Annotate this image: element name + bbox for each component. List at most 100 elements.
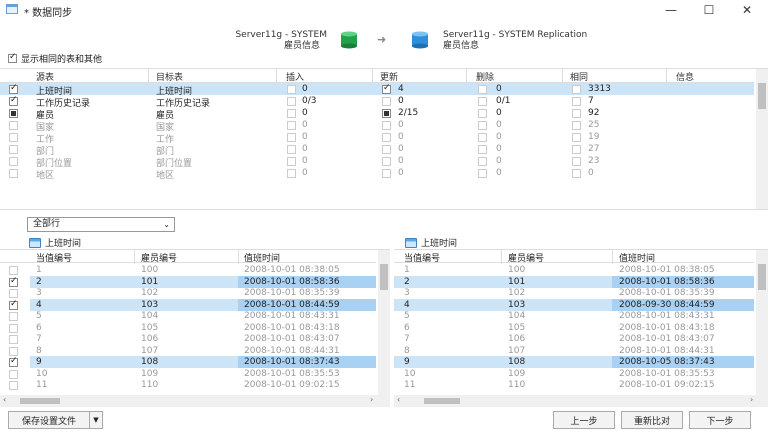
same-checkbox[interactable] [572,97,581,106]
delete-checkbox[interactable] [478,133,487,142]
insert-checkbox[interactable] [287,157,296,166]
col-shift-id[interactable]: 当值编号 [36,251,72,264]
scrollbar-thumb[interactable] [758,264,766,290]
grid-row[interactable]: 2 101 2008-10-01 08:58:36 [394,275,754,288]
right-horizontal-scrollbar[interactable]: ‹ › [394,395,768,407]
row-checkbox[interactable] [9,109,18,118]
col-shift-time[interactable]: 值班时间 [244,251,280,264]
grid-row[interactable]: 7 106 2008-10-01 08:43:07 [394,333,754,345]
table-row[interactable]: 雇员 雇员 0 2/15 0 92 [0,107,754,121]
close-button[interactable]: ✕ [730,0,764,20]
left-horizontal-scrollbar[interactable]: ‹ › [0,395,390,407]
scrollbar-thumb[interactable] [20,398,60,404]
scroll-left-icon[interactable]: ‹ [397,395,400,404]
minimize-button[interactable]: — [654,0,688,20]
insert-checkbox[interactable] [287,145,296,154]
scroll-right-icon[interactable]: › [750,395,753,404]
delete-checkbox[interactable] [478,97,487,106]
grid-row[interactable]: 5 104 2008-10-01 08:43:31 [0,310,376,322]
row-checkbox[interactable] [9,369,18,379]
delete-checkbox[interactable] [478,121,487,130]
same-checkbox[interactable] [572,157,581,166]
table-row[interactable]: 工作历史记录工作历史记录0/300/17 [0,95,754,109]
grid-row[interactable]: 1 100 2008-10-01 08:38:05 [0,264,376,276]
same-checkbox[interactable] [572,169,581,178]
grid-row[interactable]: 6 105 2008-10-01 08:43:18 [0,322,376,334]
row-checkbox[interactable] [9,276,18,287]
row-filter-dropdown[interactable]: 全部行 ⌄ [27,217,175,232]
grid-row[interactable]: 11 110 2008-10-01 09:02:15 [0,379,376,391]
col-same[interactable]: 相同 [570,70,588,83]
grid-row[interactable]: 2 101 2008-10-01 08:58:36 [0,275,376,288]
show-same-toggle[interactable]: 显示相同的表和其他 [8,52,102,65]
col-delete[interactable]: 删除 [476,70,494,83]
update-checkbox[interactable] [382,109,391,118]
insert-checkbox[interactable] [287,97,296,106]
col-employee-id[interactable]: 雇员编号 [508,251,544,264]
table-row[interactable]: 部门位置 部门位置 0 0 0 23 [0,155,754,169]
same-checkbox[interactable] [572,121,581,130]
insert-checkbox[interactable] [287,85,296,94]
row-checkbox[interactable] [9,299,18,310]
grid-row[interactable]: 9 108 2008-10-01 08:37:43 [0,356,376,368]
delete-checkbox[interactable] [478,169,487,178]
scroll-left-icon[interactable]: ‹ [3,395,6,404]
same-checkbox[interactable] [572,85,581,94]
scrollbar-thumb[interactable] [380,264,388,290]
row-checkbox[interactable] [9,289,18,298]
save-settings-button[interactable]: 保存设置文件 [8,411,90,429]
previous-button[interactable]: 上一步 [553,411,615,429]
grid-row[interactable]: 8 107 2008-10-01 08:44:31 [0,345,376,357]
grid-row[interactable]: 10 109 2008-10-01 08:35:53 [0,368,376,380]
table-row[interactable]: 工作 工作 0 0 0 19 [0,131,754,145]
comparison-vertical-scrollbar[interactable] [756,69,768,209]
grid-row[interactable]: 3 102 2008-10-01 08:35:39 [0,287,376,299]
col-source-table[interactable]: 源表 [36,70,54,83]
scroll-right-icon[interactable]: › [370,395,373,404]
col-shift-time[interactable]: 值班时间 [619,251,655,264]
update-checkbox[interactable] [382,169,391,178]
col-info[interactable]: 信息 [676,70,694,83]
grid-row[interactable]: 9 108 2008-10-05 08:37:43 [394,356,754,368]
delete-checkbox[interactable] [478,85,487,94]
update-checkbox[interactable] [382,121,391,130]
row-checkbox[interactable] [9,335,18,344]
same-checkbox[interactable] [572,145,581,154]
grid-row[interactable]: 8 107 2008-10-01 08:44:31 [394,345,754,357]
col-insert[interactable]: 插入 [286,70,304,83]
save-settings-dropdown[interactable]: ▼ [89,411,103,429]
row-checkbox[interactable] [9,121,18,130]
grid-row[interactable]: 4 103 2008-10-01 08:44:59 [0,298,376,311]
grid-row[interactable]: 6 105 2008-10-01 08:43:18 [394,322,754,334]
row-checkbox[interactable] [9,323,18,333]
row-checkbox[interactable] [9,266,18,275]
grid-row[interactable]: 11 110 2008-10-01 09:02:15 [394,379,754,391]
update-checkbox[interactable] [382,157,391,166]
row-checkbox[interactable] [9,133,18,142]
row-checkbox[interactable] [9,346,18,356]
insert-checkbox[interactable] [287,109,296,118]
row-checkbox[interactable] [9,83,18,94]
row-checkbox[interactable] [9,157,18,166]
maximize-button[interactable]: ☐ [692,0,726,20]
grid-row[interactable]: 3 102 2008-10-01 08:35:39 [394,287,754,299]
grid-row[interactable]: 7 106 2008-10-01 08:43:07 [0,333,376,345]
same-checkbox[interactable] [572,133,581,142]
insert-checkbox[interactable] [287,169,296,178]
update-checkbox[interactable] [382,83,391,94]
row-checkbox[interactable] [9,145,18,154]
col-target-table[interactable]: 目标表 [156,70,183,83]
update-checkbox[interactable] [382,133,391,142]
row-checkbox[interactable] [9,312,18,321]
recompare-button[interactable]: 重新比对 [621,411,683,429]
grid-row[interactable]: 4 103 2008-09-30 08:44:59 [394,298,754,311]
left-vertical-scrollbar[interactable] [378,250,390,395]
update-checkbox[interactable] [382,97,391,106]
row-checkbox[interactable] [9,95,18,106]
table-row[interactable]: 国家 国家 0 0 0 25 [0,119,754,133]
table-row[interactable]: 地区 地区 0 0 0 0 [0,167,754,181]
row-checkbox[interactable] [9,356,18,367]
show-same-checkbox[interactable] [8,52,17,63]
update-checkbox[interactable] [382,145,391,154]
same-checkbox[interactable] [572,109,581,118]
